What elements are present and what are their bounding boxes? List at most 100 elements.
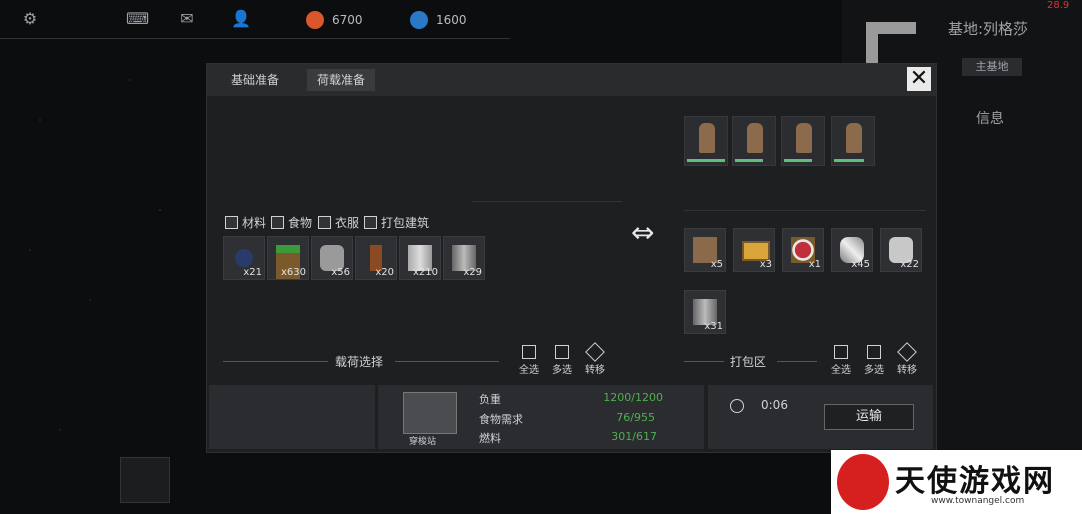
pack-item[interactable]: x45 bbox=[831, 228, 873, 272]
gear-icon[interactable]: ⚙ bbox=[21, 10, 39, 28]
resource-counter-2: 1600 bbox=[410, 10, 467, 30]
load-item[interactable]: x56 bbox=[311, 236, 353, 280]
pack-section-label: 打包区 bbox=[730, 355, 767, 369]
colonist-icon bbox=[796, 123, 812, 153]
filter-label: 食物 bbox=[288, 216, 313, 230]
divider bbox=[223, 361, 328, 362]
bread-icon bbox=[742, 241, 770, 261]
transfer-button[interactable]: 转移 bbox=[580, 342, 610, 376]
resource-counter-1: 6700 bbox=[306, 10, 363, 30]
pack-item[interactable]: x5 bbox=[684, 228, 726, 272]
checkbox-icon bbox=[522, 345, 536, 359]
close-button[interactable]: ✕ bbox=[907, 67, 931, 91]
action-label: 多选 bbox=[552, 365, 572, 376]
cube-icon bbox=[585, 342, 605, 362]
load-item[interactable]: x21 bbox=[223, 236, 265, 280]
item-qty: x45 bbox=[851, 259, 870, 270]
check-icon bbox=[555, 345, 569, 359]
item-qty: x3 bbox=[759, 259, 772, 270]
resource-2-value: 1600 bbox=[436, 13, 467, 27]
fuel-value: 301/617 bbox=[611, 430, 657, 443]
shuttle-icon[interactable] bbox=[403, 392, 457, 434]
checkbox-icon bbox=[834, 345, 848, 359]
watermark-text: 天使游戏网 bbox=[895, 464, 1055, 499]
item-qty: x31 bbox=[704, 321, 723, 332]
health-bar bbox=[735, 159, 763, 162]
colonist-icon bbox=[747, 123, 763, 153]
checkbox[interactable] bbox=[225, 216, 238, 229]
filter-packed-buildings[interactable]: 打包建筑 bbox=[364, 214, 429, 231]
tab-bar: 基础准备 荷载准备 ✕ bbox=[207, 64, 936, 96]
divider bbox=[472, 201, 622, 202]
pack-item[interactable]: x22 bbox=[880, 228, 922, 272]
base-info-tab[interactable]: 信息 bbox=[976, 108, 1004, 128]
load-item[interactable]: x20 bbox=[355, 236, 397, 280]
pack-item[interactable]: x31 bbox=[684, 290, 726, 334]
crew-slot[interactable] bbox=[732, 116, 776, 166]
filter-materials[interactable]: 材料 bbox=[225, 214, 266, 231]
divider bbox=[684, 210, 926, 211]
item-qty: x5 bbox=[710, 259, 723, 270]
weight-label: 负重 bbox=[479, 393, 501, 406]
crew-slot[interactable] bbox=[831, 116, 875, 166]
crew-slot[interactable] bbox=[684, 116, 728, 166]
filter-label: 打包建筑 bbox=[381, 216, 430, 230]
tab-basic-prep[interactable]: 基础准备 bbox=[221, 69, 289, 91]
base-tag[interactable]: 主基地 bbox=[962, 58, 1022, 76]
resource-2-icon bbox=[410, 11, 428, 29]
load-dialog: 基础准备 荷载准备 ✕ 材料 食物 衣服 打包建筑 x21 x630 x56 x… bbox=[206, 63, 937, 453]
item-qty: x20 bbox=[375, 267, 394, 278]
divider bbox=[684, 361, 724, 362]
pack-item[interactable]: x1 bbox=[782, 228, 824, 272]
select-all-button[interactable]: 全选 bbox=[514, 345, 544, 376]
health-bar bbox=[834, 159, 864, 162]
watermark-url: www.townangel.com bbox=[931, 496, 1025, 506]
item-qty: x630 bbox=[280, 267, 306, 278]
keyboard-icon[interactable]: ⌨ bbox=[126, 10, 149, 28]
pack-transfer-button[interactable]: 转移 bbox=[892, 342, 922, 376]
food-demand-value: 76/955 bbox=[616, 411, 655, 424]
filter-label: 衣服 bbox=[335, 216, 360, 230]
resource-1-icon bbox=[306, 11, 324, 29]
person-icon[interactable]: 👤 bbox=[231, 10, 251, 28]
action-label: 转移 bbox=[585, 365, 605, 376]
food-demand-label: 食物需求 bbox=[479, 413, 523, 426]
check-icon bbox=[867, 345, 881, 359]
item-qty: x210 bbox=[412, 267, 438, 278]
filter-food[interactable]: 食物 bbox=[271, 214, 312, 231]
action-label: 多选 bbox=[864, 365, 884, 376]
tab-load-prep[interactable]: 荷载准备 bbox=[307, 69, 376, 91]
pack-item[interactable]: x3 bbox=[733, 228, 775, 272]
pack-multi-select-button[interactable]: 多选 bbox=[859, 345, 889, 376]
divider bbox=[777, 361, 817, 362]
crew-slot[interactable] bbox=[781, 116, 825, 166]
filter-label: 材料 bbox=[242, 216, 267, 230]
transport-button[interactable]: 运输 bbox=[824, 404, 914, 430]
divider bbox=[395, 361, 499, 362]
bottom-left-panel bbox=[209, 385, 375, 449]
colonist-icon bbox=[846, 123, 862, 153]
item-qty: x22 bbox=[900, 259, 919, 270]
item-qty: x56 bbox=[331, 267, 350, 278]
pack-select-all-button[interactable]: 全选 bbox=[826, 345, 856, 376]
mail-icon[interactable]: ✉ bbox=[178, 10, 196, 28]
checkbox[interactable] bbox=[271, 216, 284, 229]
load-item[interactable]: x210 bbox=[399, 236, 441, 280]
load-section-label: 载荷选择 bbox=[335, 355, 384, 369]
load-item[interactable]: x630 bbox=[267, 236, 309, 280]
checkbox[interactable] bbox=[364, 216, 377, 229]
watermark: 天使游戏网 www.townangel.com bbox=[831, 450, 1082, 514]
checkbox[interactable] bbox=[318, 216, 331, 229]
filter-clothes[interactable]: 衣服 bbox=[318, 214, 359, 231]
fuel-label: 燃料 bbox=[479, 432, 501, 445]
load-item[interactable]: x29 bbox=[443, 236, 485, 280]
multi-select-button[interactable]: 多选 bbox=[547, 345, 577, 376]
action-label: 全选 bbox=[519, 365, 539, 376]
mountain-map-icon[interactable] bbox=[120, 457, 170, 503]
action-label: 转移 bbox=[897, 365, 917, 376]
top-bar: ⚙ ⌨ ✉ 👤 6700 1600 bbox=[0, 0, 510, 39]
item-qty: x21 bbox=[243, 267, 262, 278]
swap-arrows-icon[interactable]: ⇔ bbox=[631, 216, 654, 249]
corner-number: 28.9 bbox=[1047, 0, 1070, 11]
item-qty: x29 bbox=[463, 267, 482, 278]
